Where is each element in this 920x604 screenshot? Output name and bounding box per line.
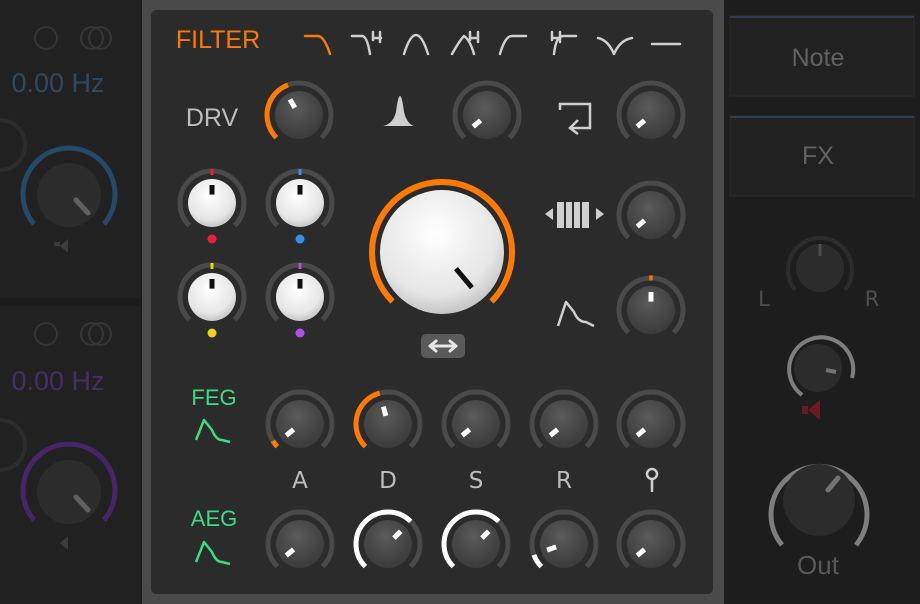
release-label: R [556,468,572,494]
osc2-frequency: 0.00 Hz [11,366,104,396]
filter-title: FILTER [176,26,260,54]
note-label: Note [792,44,845,72]
mod-dot [207,328,217,338]
pan-left-label: L [758,287,770,311]
attack-label: A [292,468,308,494]
out-label: Out [797,550,840,580]
gain-knob[interactable] [794,344,842,392]
osc1-frequency: 0.00 Hz [11,68,104,98]
sustain-label: S [469,468,484,494]
mod-dot [295,234,305,244]
aeg-label: AEG [191,506,237,531]
right-panel: Note FX L R Out [724,0,920,604]
decay-label: D [379,468,397,494]
bipolar-toggle-icon[interactable] [421,334,465,358]
output-knob[interactable] [783,464,855,536]
feg-label: FEG [191,385,236,410]
drive-label: DRV [186,104,239,132]
mod-dot [295,328,305,338]
mod-dot [207,234,217,244]
osc1-level-knob[interactable] [37,163,101,227]
fx-label: FX [802,142,834,170]
synth-ui: 0.00 Hz 0.00 Hz Note FX L R Out FILTER D… [0,0,920,604]
pan-right-label: R [865,287,880,311]
osc2-level-knob[interactable] [37,460,101,524]
